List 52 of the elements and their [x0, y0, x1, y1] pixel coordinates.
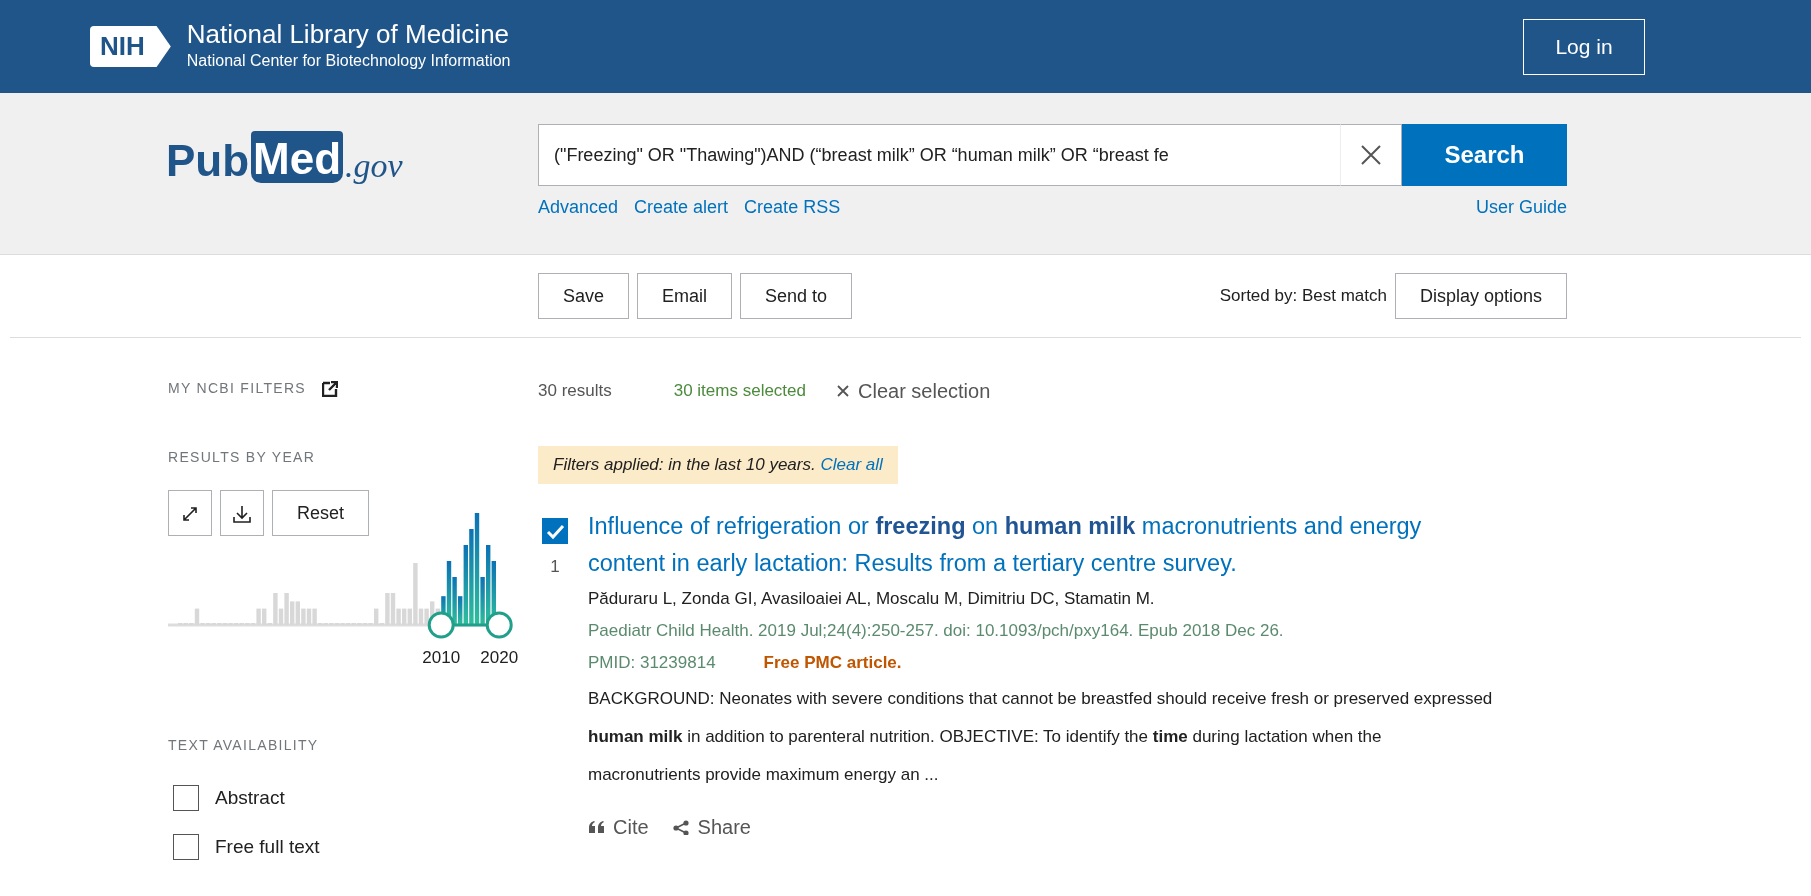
nih-logo[interactable]: NIH	[90, 25, 171, 68]
user-guide-link[interactable]: User Guide	[1475, 194, 1567, 221]
filter-label[interactable]: Abstract	[215, 784, 285, 813]
free-article-link[interactable]: Free PMC article.	[763, 647, 902, 680]
expand-button[interactable]	[168, 490, 212, 536]
download-icon	[232, 503, 252, 524]
pubmed-logo[interactable]: PubMed.gov	[166, 131, 538, 183]
close-icon[interactable]	[1340, 124, 1402, 186]
slider-handle[interactable]	[427, 611, 455, 639]
section-heading: RESULTS BY YEAR	[168, 448, 317, 467]
checkbox[interactable]	[173, 785, 199, 812]
search-link[interactable]: Advanced	[538, 194, 619, 221]
login-button[interactable]: Log in	[1523, 18, 1645, 75]
toolbar-button[interactable]: Email	[637, 273, 733, 319]
authors-text: Păduraru L, Zonda GI, Avasiloaiei AL, Moscalu M, Dimitriu DC, Stamatin M.	[588, 587, 1156, 610]
search-field[interactable]: ("Freezing" OR "Thawing")AND (“breast milk” OR “human milk” OR “breast fe	[538, 124, 1340, 186]
search-button[interactable]: Search	[1402, 124, 1567, 186]
section-heading: TEXT AVAILABILITY	[168, 736, 320, 755]
site-subtitle: National Center for Biotechnology Information	[186, 50, 511, 71]
toolbar-button[interactable]: Send to	[740, 273, 853, 319]
action-link[interactable]: Cite	[588, 812, 649, 843]
download-button[interactable]	[220, 490, 264, 536]
checkbox[interactable]	[173, 833, 199, 860]
site-title: National Library of Medicine	[186, 20, 511, 49]
action-link[interactable]: Share	[672, 812, 751, 843]
selected-count: 30 items selected	[673, 380, 806, 403]
reset-button[interactable]: Reset	[272, 490, 370, 536]
external-link-icon[interactable]	[322, 380, 338, 397]
year-label: 2020	[480, 648, 519, 667]
display-options-button[interactable]: Display options	[1394, 273, 1567, 319]
sort-label: Sorted by: Best match	[1219, 285, 1387, 308]
results-count: 30 results	[538, 380, 612, 403]
clear-all-link[interactable]: Clear all	[820, 455, 883, 474]
citation-text: Paediatr Child Health. 2019 Jul;24(4):250-257. doi: 10.1093/pch/pxy164. Epub 2018 Dec 26.	[588, 620, 1285, 642]
search-link[interactable]: Create alert	[634, 194, 729, 221]
year-label: 2010	[422, 648, 461, 667]
pmid-text: PMID: 31239814	[588, 652, 716, 675]
filter-note: Filters applied: in the last 10 years. Clear all	[538, 446, 898, 484]
clear-selection-link[interactable]: Clear selection	[836, 376, 991, 406]
filter-label[interactable]: Free full text	[215, 832, 320, 861]
abstract-snippet: BACKGROUND: Neonates with severe conditions that cannot be breastfed should receive fresh or preserved expressed human milk in addition to parenteral nutrition. OBJECTIVE: To identify the time during lactation when the macronutrients provide maximum energy an ...	[588, 687, 1493, 787]
close-icon	[836, 384, 850, 398]
share-icon	[672, 819, 690, 835]
section-heading: MY NCBI FILTERS	[168, 379, 306, 398]
quote-icon	[588, 819, 605, 835]
slider-handle[interactable]	[485, 611, 513, 639]
result-title-link[interactable]: Influence of refrigeration or freezing on human milk macronutrients and energy content in early lactation: Results from a tertiary centre survey.	[588, 507, 1493, 583]
search-link[interactable]: Create RSS	[744, 194, 841, 221]
toolbar-button[interactable]: Save	[538, 273, 630, 319]
expand-icon	[181, 504, 199, 523]
checkbox[interactable]	[542, 517, 568, 544]
result-number: 1	[550, 555, 560, 578]
